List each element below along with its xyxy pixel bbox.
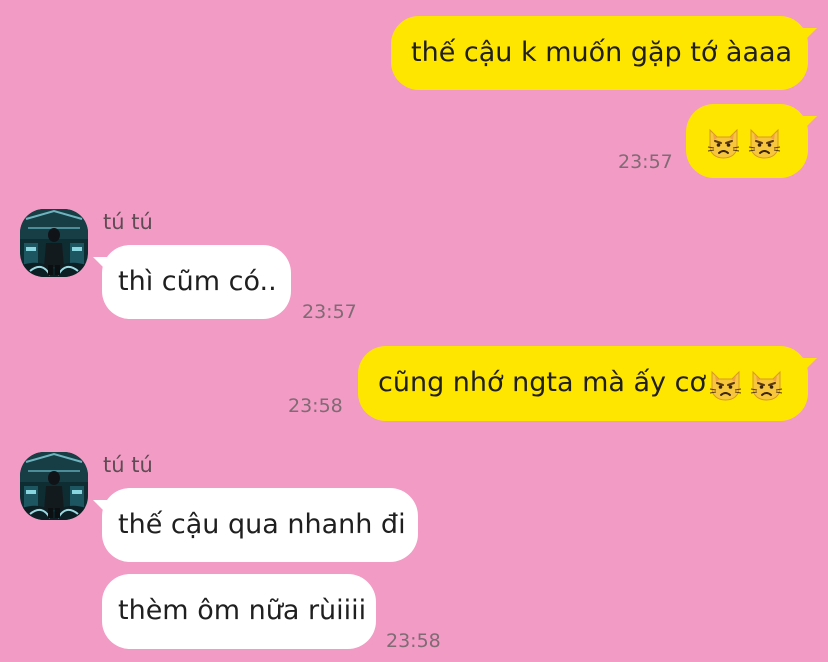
avatar[interactable] <box>20 209 88 277</box>
incoming-message-bubble[interactable]: thì cũm có.. <box>102 245 291 319</box>
outgoing-message-bubble[interactable]: cũng nhớ ngta mà ấy cơ <box>358 346 808 421</box>
message-text: cũng nhớ ngta mà ấy cơ <box>378 367 706 399</box>
message-timestamp: 23:57 <box>302 301 357 323</box>
incoming-message-bubble[interactable]: thế cậu qua nhanh đi <box>102 488 418 562</box>
sender-name: tú tú <box>103 210 153 234</box>
pouting-cat-icon <box>748 128 781 159</box>
pouting-cat-icon <box>749 371 783 401</box>
avatar-image <box>20 209 88 277</box>
sender-name: tú tú <box>103 453 153 477</box>
avatar[interactable] <box>20 452 88 520</box>
message-timestamp: 23:57 <box>618 151 673 173</box>
message-text: thèm ôm nữa rùiiii <box>118 595 367 627</box>
message-timestamp: 23:58 <box>288 395 343 417</box>
message-timestamp: 23:58 <box>386 630 441 652</box>
message-text: thế cậu qua nhanh đi <box>118 508 406 540</box>
avatar-image <box>20 452 88 520</box>
outgoing-message-bubble[interactable]: thế cậu k muốn gặp tớ àaaa <box>391 16 808 90</box>
outgoing-emoji-bubble[interactable] <box>686 104 808 178</box>
incoming-message-bubble[interactable]: thèm ôm nữa rùiiii <box>102 574 376 649</box>
message-text: thì cũm có.. <box>118 265 277 297</box>
message-text: thế cậu k muốn gặp tớ àaaa <box>411 36 793 68</box>
pouting-cat-icon <box>707 128 740 159</box>
pouting-cat-icon <box>708 371 742 401</box>
